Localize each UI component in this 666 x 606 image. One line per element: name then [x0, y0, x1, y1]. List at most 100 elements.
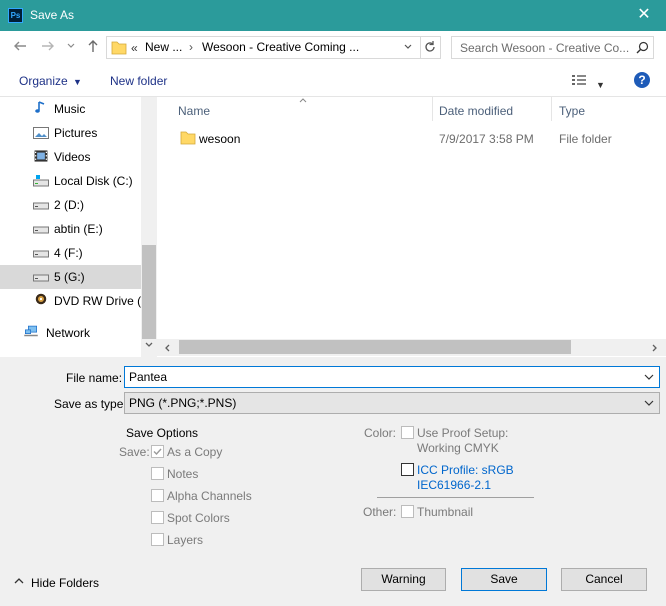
breadcrumb-separator: ›: [189, 40, 193, 54]
breadcrumb-overflow[interactable]: «: [131, 41, 138, 55]
sidebar-scrollbar[interactable]: [141, 97, 157, 357]
window-title: Save As: [30, 8, 75, 22]
scroll-left-icon[interactable]: [163, 343, 171, 353]
sidebar-item-label: 4 (F:): [54, 246, 83, 260]
sidebar-item-label: Network: [46, 326, 91, 340]
sort-ascending-icon: [298, 97, 308, 103]
column-header-date-modified[interactable]: Date modified: [439, 104, 513, 118]
title-bar: Ps Save As ✕: [0, 0, 666, 31]
as-a-copy-checkbox[interactable]: [151, 445, 164, 458]
layers-label: Layers: [167, 533, 204, 547]
recent-locations-button[interactable]: [66, 42, 76, 50]
forward-button[interactable]: [40, 38, 56, 54]
refresh-button[interactable]: [423, 40, 437, 54]
navigation-pane: Music Pictures Videos Local Disk (C:) 2 …: [0, 97, 157, 357]
photoshop-icon: Ps: [8, 8, 23, 23]
details-view-icon: [572, 75, 586, 85]
arrow-left-icon: [14, 41, 26, 51]
file-list: Name Date modified Type wesoon 7/9/2017 …: [157, 97, 666, 357]
search-icon[interactable]: [636, 41, 649, 54]
sidebar-item-videos[interactable]: Videos: [0, 145, 141, 169]
warning-button[interactable]: Warning: [361, 568, 446, 591]
refresh-icon: [425, 41, 435, 52]
organize-button[interactable]: Organize ▼: [19, 74, 82, 88]
folder-icon: [111, 40, 127, 55]
scroll-down-icon[interactable]: [144, 341, 154, 349]
view-options-button[interactable]: [571, 73, 587, 87]
notes-label: Notes: [167, 467, 199, 481]
chevron-down-icon[interactable]: [644, 400, 654, 407]
up-button[interactable]: [85, 38, 101, 54]
icc-profile-label: ICC Profile: sRGB: [417, 463, 514, 477]
sidebar-item-label: Local Disk (C:): [54, 174, 133, 188]
scroll-right-icon[interactable]: [651, 343, 659, 353]
drive-icon: [33, 226, 49, 234]
new-folder-button[interactable]: New folder: [110, 74, 167, 88]
column-header-type[interactable]: Type: [559, 104, 585, 118]
column-header-name[interactable]: Name: [178, 104, 210, 118]
color-label: Color:: [364, 426, 397, 440]
sidebar-item-drive-g[interactable]: 5 (G:): [0, 265, 141, 289]
folder-icon: [180, 131, 196, 145]
save-as-type-select[interactable]: PNG (*.PNG;*.PNS): [124, 392, 660, 414]
file-name-input[interactable]: Pantea: [129, 370, 167, 384]
network-icon: [24, 325, 38, 337]
search-box[interactable]: Search Wesoon - Creative Co...: [451, 36, 654, 59]
cancel-button[interactable]: Cancel: [561, 568, 647, 591]
sidebar-item-label: Music: [54, 102, 86, 116]
local-disk-icon: [33, 175, 49, 187]
address-bar[interactable]: « New ... › Wesoon - Creative Coming ...: [106, 36, 441, 59]
sidebar-item-drive-d[interactable]: 2 (D:): [0, 193, 141, 217]
alpha-channels-checkbox[interactable]: [151, 489, 164, 502]
layers-checkbox[interactable]: [151, 533, 164, 546]
use-proof-setup-label: Use Proof Setup:: [417, 426, 509, 440]
sidebar-item-drive-f[interactable]: 4 (F:): [0, 241, 141, 265]
arrow-up-icon: [88, 40, 98, 52]
save-label: Save:: [119, 445, 150, 459]
help-icon[interactable]: ?: [634, 72, 650, 88]
column-divider: [432, 97, 433, 121]
breadcrumb-wesoon[interactable]: Wesoon - Creative Coming ...: [202, 40, 359, 54]
sidebar-item-dvd-drive[interactable]: DVD RW Drive (J: [0, 289, 147, 313]
chevron-down-icon[interactable]: [644, 374, 654, 381]
videos-icon: [34, 150, 48, 162]
use-proof-setup-checkbox[interactable]: [401, 426, 414, 439]
sidebar-item-label: 2 (D:): [54, 198, 84, 212]
hide-folders-label: Hide Folders: [31, 576, 100, 590]
file-list-hscrollbar[interactable]: [157, 339, 666, 356]
thumbnail-label: Thumbnail: [417, 505, 474, 519]
sidebar-scrollbar-thumb[interactable]: [142, 245, 156, 339]
music-icon: [35, 101, 45, 113]
hscrollbar-thumb[interactable]: [179, 340, 571, 354]
alpha-channels-label: Alpha Channels: [167, 489, 252, 503]
spot-colors-label: Spot Colors: [167, 511, 230, 525]
column-divider: [551, 97, 552, 121]
icc-profile-checkbox[interactable]: [401, 463, 414, 476]
sidebar-item-pictures[interactable]: Pictures: [0, 121, 141, 145]
close-button[interactable]: ✕: [632, 4, 656, 26]
spot-colors-checkbox[interactable]: [151, 511, 164, 524]
address-divider: [420, 37, 421, 58]
as-a-copy-label: As a Copy: [167, 445, 223, 459]
sidebar-item-network[interactable]: Network: [0, 321, 141, 345]
pictures-icon: [33, 127, 49, 139]
chevron-up-icon: [14, 578, 24, 584]
search-input[interactable]: Search Wesoon - Creative Co...: [460, 41, 629, 55]
sidebar-item-music[interactable]: Music: [0, 97, 141, 121]
table-row[interactable]: wesoon 7/9/2017 3:58 PM File folder: [172, 127, 652, 149]
arrow-right-icon: [42, 41, 54, 51]
command-bar: [0, 65, 666, 97]
sidebar-item-drive-e[interactable]: abtin (E:): [0, 217, 141, 241]
sidebar-item-local-disk-c[interactable]: Local Disk (C:): [0, 169, 141, 193]
thumbnail-checkbox[interactable]: [401, 505, 414, 518]
save-button[interactable]: Save: [461, 568, 547, 591]
breadcrumb-new[interactable]: New ...: [145, 40, 182, 54]
file-name-field[interactable]: Pantea: [124, 366, 660, 388]
notes-checkbox[interactable]: [151, 467, 164, 480]
chevron-down-icon: [404, 44, 412, 49]
save-as-type-label: Save as type:: [54, 397, 127, 411]
back-button[interactable]: [12, 38, 28, 54]
view-dropdown-button[interactable]: ▼: [596, 77, 605, 91]
address-dropdown-button[interactable]: [403, 43, 413, 51]
sidebar-item-label: abtin (E:): [54, 222, 103, 236]
